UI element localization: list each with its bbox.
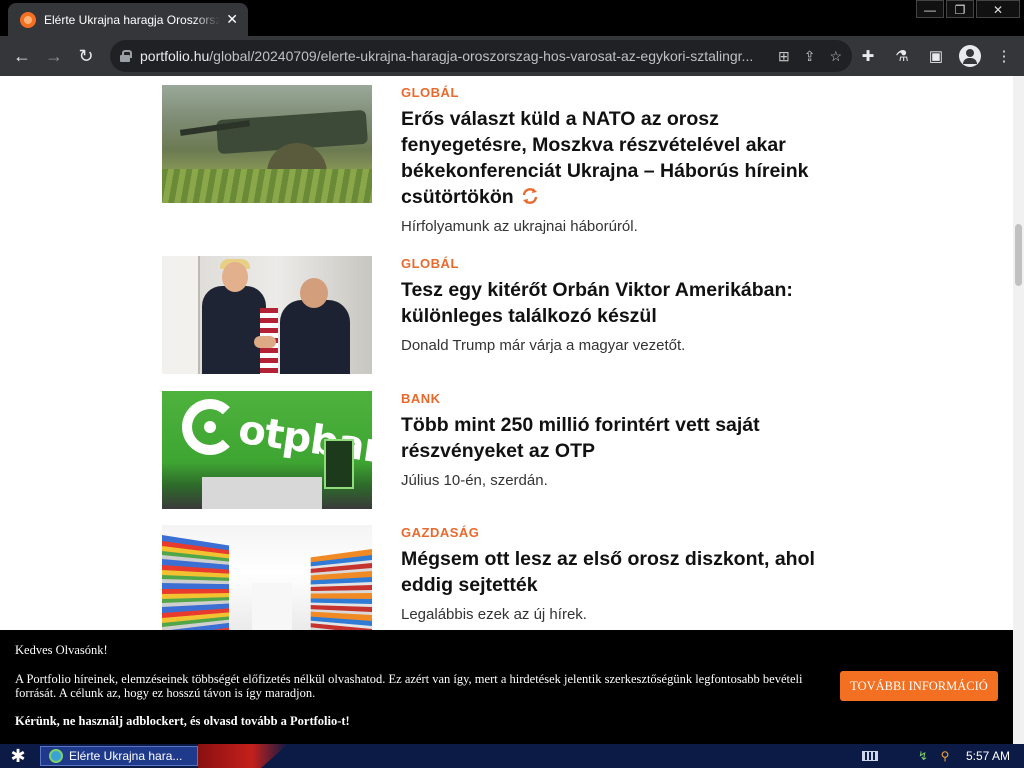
article-2-headline[interactable]: Tesz egy kitérőt Orbán Viktor Amerikában… (401, 277, 841, 329)
portfolio-favicon-icon (20, 11, 36, 28)
share-icon[interactable]: ⇪ (804, 48, 816, 65)
article-1-text: GLOBÁL Erős választ küld a NATO az orosz… (401, 85, 841, 235)
os-taskbar: ✱ Elérte Ukrajna hara... ↯ ⚲ 5:57 AM (0, 744, 1024, 768)
clock[interactable]: 5:57 AM (966, 749, 1010, 763)
side-panel-icon[interactable]: ▣ (922, 40, 950, 72)
taskbar-decoration (198, 744, 288, 768)
lock-icon[interactable] (120, 50, 132, 62)
forward-arrow-icon[interactable]: → (38, 40, 70, 72)
article-1-image[interactable] (162, 85, 372, 203)
start-star-icon[interactable]: ✱ (6, 746, 30, 766)
article-1-headline-text[interactable]: Erős választ küld a NATO az orosz fenyeg… (401, 108, 808, 208)
keyboard-icon[interactable] (861, 751, 878, 761)
bookmark-star-icon[interactable]: ☆ (829, 48, 842, 65)
reload-icon[interactable]: ↻ (70, 40, 102, 72)
article-3-lead: Július 10-én, szerdán. (401, 472, 548, 489)
tab-close-icon[interactable]: ✕ (226, 11, 238, 28)
browser-tab[interactable]: Elérte Ukrajna haragja Oroszország hős v… (8, 3, 248, 36)
article-1-headline[interactable]: Erős választ küld a NATO az orosz fenyeg… (401, 106, 841, 210)
menu-kebab-icon[interactable]: ⋮ (990, 40, 1018, 72)
article-2-category[interactable]: GLOBÁL (401, 256, 841, 271)
tab-title: Elérte Ukrajna haragja Oroszország hős v… (44, 12, 220, 27)
labs-flask-icon[interactable]: ⚗ (888, 40, 916, 72)
window-controls: — ❐ ✕ (916, 0, 1020, 18)
banner-request: Kérünk, ne használj adblockert, és olvas… (15, 714, 350, 728)
shelf-right-shape (310, 549, 372, 643)
logo-dot-shape (204, 421, 216, 433)
person-right-shape (280, 300, 350, 374)
refresh-icon (522, 188, 537, 204)
banner-greeting: Kedves Olvasónk! (15, 643, 108, 657)
adblock-banner: Kedves Olvasónk! A Portfolio híreinek, e… (0, 630, 1013, 744)
search-icon[interactable]: ⚲ (938, 749, 952, 763)
taskbar-browser-item[interactable]: Elérte Ukrajna hara... (40, 746, 198, 766)
browser-toolbar: ← → ↻ portfolio.hu/global/20240709/elert… (0, 36, 1024, 76)
url-path: /global/20240709/elerte-ukrajna-haragja-… (209, 48, 752, 64)
system-tray: ↯ ⚲ 5:57 AM (861, 744, 1024, 768)
article-3-category[interactable]: BANK (401, 391, 841, 406)
scrollbar-thumb[interactable] (1015, 224, 1022, 286)
translate-icon[interactable]: ⊞ (778, 48, 790, 65)
address-bar[interactable]: portfolio.hu/global/20240709/elerte-ukra… (110, 40, 852, 72)
back-arrow-icon[interactable]: ← (6, 40, 38, 72)
tab-strip: Elérte Ukrajna haragja Oroszország hős v… (0, 0, 1024, 36)
article-3-image[interactable]: otpbank (162, 391, 372, 509)
restore-button[interactable]: ❐ (946, 0, 974, 18)
avatar (959, 45, 981, 67)
taskbar-item-label: Elérte Ukrajna hara... (69, 749, 183, 763)
toolbar-right: ✚ ⚗ ▣ ⋮ (854, 40, 1018, 72)
more-info-button[interactable]: TOVÁBBI INFORMÁCIÓ (840, 671, 998, 701)
storefront-shape (202, 477, 322, 509)
grass-shape (162, 169, 372, 203)
url-text[interactable]: portfolio.hu/global/20240709/elerte-ukra… (140, 48, 752, 64)
chrome-icon (49, 749, 63, 763)
article-4-headline[interactable]: Mégsem ott lesz az első orosz diszkont, … (401, 546, 841, 598)
article-3-text: BANK Több mint 250 millió forintért vett… (401, 391, 841, 489)
close-window-button[interactable]: ✕ (976, 0, 1020, 18)
article-4-image[interactable] (162, 525, 372, 643)
article-1-category[interactable]: GLOBÁL (401, 85, 841, 100)
article-4-text: GAZDASÁG Mégsem ott lesz az első orosz d… (401, 525, 841, 623)
profile-avatar-icon[interactable] (956, 40, 984, 72)
extensions-puzzle-icon[interactable]: ✚ (854, 40, 882, 72)
head-left-shape (222, 262, 248, 292)
article-4-lead: Legalábbis ezek az új hírek. (401, 606, 587, 623)
omnibox-actions: ⊞ ⇪ ☆ (778, 48, 842, 65)
handshake-shape (254, 336, 276, 348)
article-2-text: GLOBÁL Tesz egy kitérőt Orbán Viktor Ame… (401, 256, 841, 354)
article-2-lead: Donald Trump már várja a magyar vezetőt. (401, 337, 686, 354)
banner-body: A Portfolio híreinek, elemzéseinek többs… (15, 672, 803, 700)
article-3-headline[interactable]: Több mint 250 millió forintért vett sajá… (401, 412, 841, 464)
article-4-category[interactable]: GAZDASÁG (401, 525, 841, 540)
article-1-lead: Hírfolyamunk az ukrajnai háborúról. (401, 218, 638, 235)
minimize-button[interactable]: — (916, 0, 944, 18)
article-2-image[interactable] (162, 256, 372, 374)
shelf-left-shape (162, 535, 230, 643)
url-host: portfolio.hu (140, 48, 210, 64)
sign-screen-shape (324, 439, 354, 489)
door-shape (162, 256, 200, 374)
person-left-shape (202, 286, 266, 374)
network-icon[interactable]: ↯ (916, 749, 930, 763)
head-right-shape (300, 278, 328, 308)
page-scrollbar[interactable] (1013, 76, 1024, 744)
